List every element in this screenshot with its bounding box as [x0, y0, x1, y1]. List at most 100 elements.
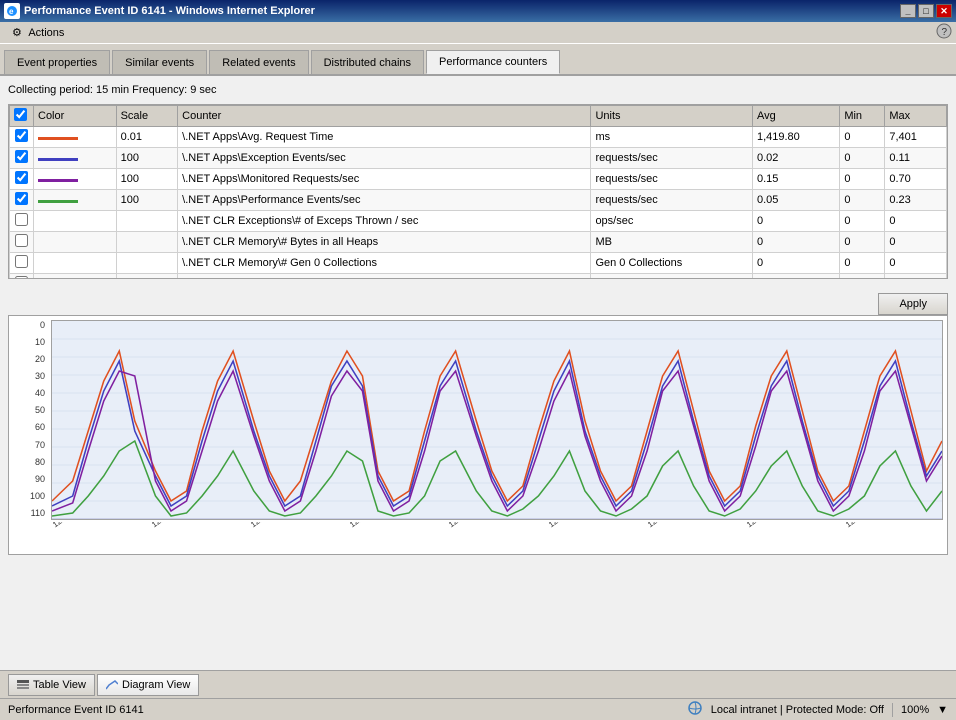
chart-area: 110 100 90 80 70 60 50 40 30 20 10 0 — [8, 315, 948, 555]
row-scale — [116, 232, 178, 253]
row-color — [34, 232, 117, 253]
row-avg: 0.05 — [752, 190, 839, 211]
status-bar: Performance Event ID 6141 Local intranet… — [0, 698, 956, 720]
x-label-6: 12:11:59 PM — [646, 522, 651, 529]
col-max: Max — [885, 106, 947, 127]
status-separator — [892, 703, 893, 717]
tab-distributed-chains[interactable]: Distributed chains — [311, 50, 424, 74]
x-label-0: 12:02:59 PM — [51, 522, 56, 529]
zone-icon — [687, 700, 703, 719]
zoom-text: 100% — [901, 704, 929, 716]
counters-table-wrapper[interactable]: Color Scale Counter Units Avg Min Max 0.… — [8, 104, 948, 279]
row-counter: \.NET CLR Memory\# Bytes in all Heaps — [178, 232, 591, 253]
row-color — [34, 211, 117, 232]
row-scale: 100 — [116, 169, 178, 190]
row-counter: \.NET Apps\Exception Events/sec — [178, 148, 591, 169]
tab-strip: Event properties Similar events Related … — [0, 44, 956, 76]
table-row: 100\.NET Apps\Monitored Requests/secrequ… — [10, 169, 947, 190]
row-units: requests/sec — [591, 190, 753, 211]
row-color — [34, 253, 117, 274]
tab-related-events[interactable]: Related events — [209, 50, 308, 74]
row-counter: \.NET CLR Exceptions\# of Exceps Thrown … — [178, 211, 591, 232]
row-checkbox-5[interactable] — [15, 234, 28, 247]
counters-table: Color Scale Counter Units Avg Min Max 0.… — [9, 105, 947, 279]
window-title: Performance Event ID 6141 - Windows Inte… — [24, 5, 900, 17]
row-units: ops/sec — [591, 211, 753, 232]
row-color — [34, 169, 117, 190]
row-max: 0 — [885, 253, 947, 274]
select-all-checkbox[interactable] — [14, 108, 27, 121]
table-view-button[interactable]: Table View — [8, 674, 95, 696]
table-row: \.NET CLR Exceptions\# of Exceps Thrown … — [10, 211, 947, 232]
row-color — [34, 190, 117, 211]
row-avg: 0 — [752, 253, 839, 274]
row-max: 0.11 — [885, 148, 947, 169]
restore-button[interactable]: □ — [918, 4, 934, 18]
minimize-button[interactable]: _ — [900, 4, 916, 18]
row-scale — [116, 211, 178, 232]
green-line — [52, 441, 942, 516]
row-units: Gen 0 Collections — [591, 253, 753, 274]
x-label-8: 12:14:59 PM — [844, 522, 849, 529]
close-button[interactable]: ✕ — [936, 4, 952, 18]
actions-icon: ⚙ — [12, 27, 22, 39]
row-checkbox-7[interactable] — [15, 276, 28, 279]
x-label-5: 12:10:29 PM — [547, 522, 552, 529]
tab-performance-counters[interactable]: Performance counters — [426, 50, 560, 74]
row-checkbox-cell[interactable] — [10, 127, 34, 148]
help-icon[interactable]: ? — [936, 23, 952, 39]
row-units: Gen 1 Collections — [591, 274, 753, 280]
row-avg: 0 — [752, 211, 839, 232]
actions-menu[interactable]: ⚙ Actions — [4, 24, 72, 41]
row-max: 0 — [885, 211, 947, 232]
status-right: Local intranet | Protected Mode: Off 100… — [687, 700, 948, 719]
col-min: Min — [840, 106, 885, 127]
row-checkbox-2[interactable] — [15, 171, 28, 184]
row-checkbox-cell[interactable] — [10, 211, 34, 232]
row-counter: \.NET CLR Memory\# Gen 0 Collections — [178, 253, 591, 274]
row-checkbox-3[interactable] — [15, 192, 28, 205]
row-color — [34, 274, 117, 280]
diagram-view-button[interactable]: Diagram View — [97, 674, 199, 696]
row-max: 7,401 — [885, 127, 947, 148]
row-checkbox-cell[interactable] — [10, 169, 34, 190]
row-checkbox-cell[interactable] — [10, 253, 34, 274]
x-label-3: 12:07:29 PM — [348, 522, 353, 529]
row-checkbox-6[interactable] — [15, 255, 28, 268]
row-units: requests/sec — [591, 148, 753, 169]
tab-event-properties[interactable]: Event properties — [4, 50, 110, 74]
tab-similar-events[interactable]: Similar events — [112, 50, 207, 74]
row-color — [34, 148, 117, 169]
row-checkbox-1[interactable] — [15, 150, 28, 163]
row-counter: \.NET Apps\Avg. Request Time — [178, 127, 591, 148]
main-content: Collecting period: 15 min Frequency: 9 s… — [0, 76, 956, 720]
row-max: 0 — [885, 232, 947, 253]
row-checkbox-0[interactable] — [15, 129, 28, 142]
table-row: 0.01\.NET Apps\Avg. Request Timems1,419.… — [10, 127, 947, 148]
row-scale: 100 — [116, 148, 178, 169]
row-checkbox-cell[interactable] — [10, 274, 34, 280]
row-checkbox-cell[interactable] — [10, 232, 34, 253]
row-checkbox-cell[interactable] — [10, 190, 34, 211]
view-toggle-bar: Table View Diagram View — [0, 670, 956, 698]
col-color: Color — [34, 106, 117, 127]
svg-text:e: e — [9, 7, 14, 16]
row-checkbox-cell[interactable] — [10, 148, 34, 169]
row-min: 0 — [840, 148, 885, 169]
row-scale: 100 — [116, 190, 178, 211]
row-min: 0 — [840, 169, 885, 190]
row-avg: 0.02 — [752, 148, 839, 169]
svg-text:?: ? — [942, 27, 948, 38]
window-controls[interactable]: _ □ ✕ — [900, 4, 952, 18]
x-label-4: 12:08:59 PM — [447, 522, 452, 529]
collecting-info: Collecting period: 15 min Frequency: 9 s… — [8, 84, 948, 96]
row-checkbox-4[interactable] — [15, 213, 28, 226]
title-bar: e Performance Event ID 6141 - Windows In… — [0, 0, 956, 22]
zoom-dropdown-icon[interactable]: ▼ — [937, 704, 948, 716]
row-counter: \.NET Apps\Performance Events/sec — [178, 190, 591, 211]
row-units: MB — [591, 232, 753, 253]
col-checkbox — [10, 106, 34, 127]
apply-button[interactable]: Apply — [878, 293, 948, 315]
row-units: requests/sec — [591, 169, 753, 190]
row-counter: \.NET CLR Memory\# Gen 1 Collections — [178, 274, 591, 280]
